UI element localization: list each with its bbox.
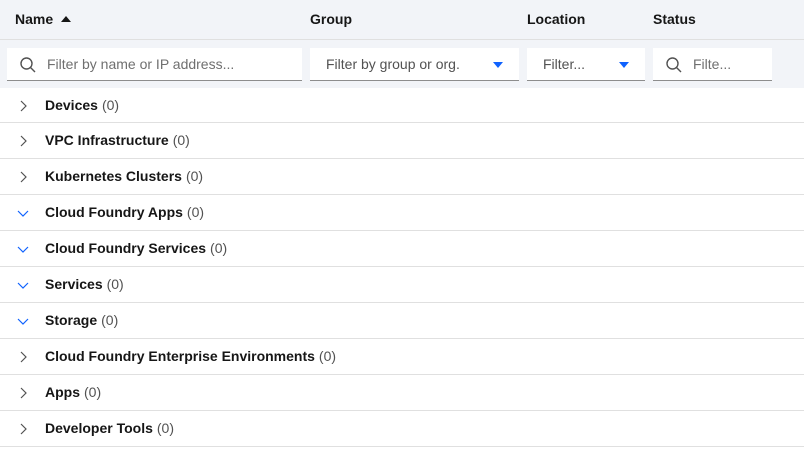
location-filter-dropdown[interactable]: Filter...: [527, 48, 645, 81]
status-filter-input[interactable]: [653, 48, 772, 80]
row-name: Storage: [45, 312, 98, 328]
status-filter-field: [653, 48, 772, 81]
row-name: Apps: [45, 384, 80, 400]
row-count: (0): [172, 132, 190, 148]
chevron-down-icon[interactable]: [15, 241, 31, 257]
row-count: (0): [210, 240, 228, 256]
column-header-name[interactable]: Name: [15, 11, 72, 27]
chevron-right-icon[interactable]: [15, 169, 31, 185]
chevron-right-icon[interactable]: [15, 98, 31, 114]
resource-row[interactable]: VPC Infrastructure (0): [0, 123, 804, 159]
row-count: (0): [318, 348, 337, 364]
row-count: (0): [101, 97, 120, 113]
row-count: (0): [186, 204, 205, 220]
row-count: (0): [185, 168, 204, 184]
resource-row[interactable]: Services (0): [0, 267, 804, 303]
resource-list: Devices (0) VPC Infrastructure (0) Kuberne…: [0, 88, 804, 447]
row-name: Services: [45, 276, 103, 292]
filter-row: Filter by group or org. Filter...: [0, 40, 804, 88]
row-name: VPC Infrastructure: [45, 132, 169, 148]
resource-row[interactable]: Kubernetes Clusters (0): [0, 159, 804, 195]
resource-row[interactable]: Cloud Foundry Apps (0): [0, 195, 804, 231]
chevron-right-icon[interactable]: [15, 385, 31, 401]
chevron-down-icon[interactable]: [15, 277, 31, 293]
column-header-group[interactable]: Group: [310, 11, 352, 27]
column-header-location[interactable]: Location: [527, 11, 585, 27]
resource-row[interactable]: Storage (0): [0, 303, 804, 339]
name-filter-field: [7, 48, 302, 81]
resource-row[interactable]: Cloud Foundry Enterprise Environments (0): [0, 339, 804, 375]
row-name: Kubernetes Clusters: [45, 168, 182, 184]
name-filter-input[interactable]: [7, 48, 302, 80]
caret-down-icon: [493, 62, 503, 68]
row-count: (0): [84, 384, 102, 400]
group-filter-placeholder: Filter by group or org.: [326, 56, 460, 72]
chevron-down-icon[interactable]: [15, 205, 31, 221]
sort-ascending-icon[interactable]: [61, 16, 72, 22]
row-name: Devices: [45, 97, 98, 113]
row-count: (0): [156, 420, 175, 436]
row-name: Cloud Foundry Apps: [45, 204, 183, 220]
group-filter-dropdown[interactable]: Filter by group or org.: [310, 48, 519, 81]
row-name: Developer Tools: [45, 420, 153, 436]
resource-row[interactable]: Cloud Foundry Services (0): [0, 231, 804, 267]
chevron-down-icon[interactable]: [15, 313, 31, 329]
row-count: (0): [101, 312, 119, 328]
table-header: Name Group Location Status: [0, 0, 804, 40]
resource-row[interactable]: Developer Tools (0): [0, 411, 804, 447]
row-count: (0): [106, 276, 124, 292]
location-filter-placeholder: Filter...: [543, 56, 586, 72]
caret-down-icon: [619, 62, 629, 68]
chevron-right-icon[interactable]: [15, 421, 31, 437]
row-name: Cloud Foundry Enterprise Environments: [45, 348, 315, 364]
chevron-right-icon[interactable]: [15, 349, 31, 365]
resource-row[interactable]: Devices (0): [0, 88, 804, 123]
resource-row[interactable]: Apps (0): [0, 375, 804, 411]
column-header-status[interactable]: Status: [653, 11, 696, 27]
chevron-right-icon[interactable]: [15, 133, 31, 149]
column-header-name-label: Name: [15, 11, 54, 27]
row-name: Cloud Foundry Services: [45, 240, 207, 256]
